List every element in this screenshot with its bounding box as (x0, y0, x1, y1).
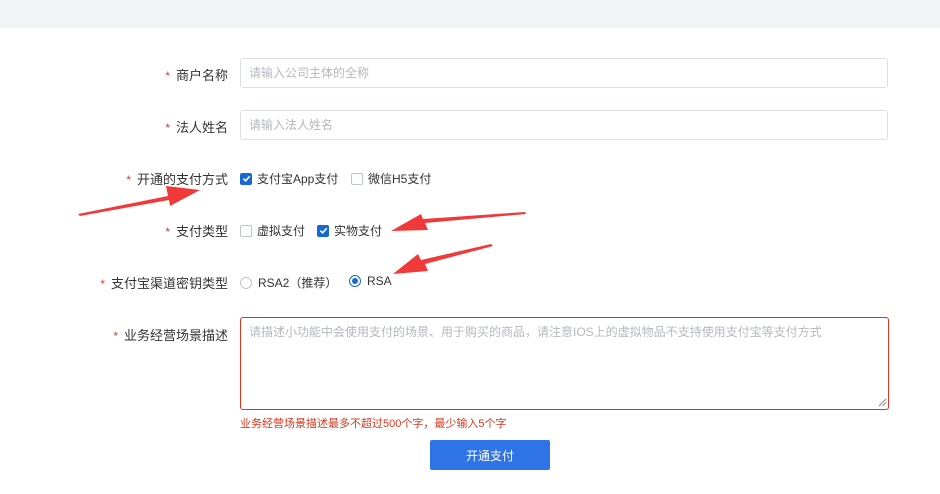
payment-methods-label-text: 开通的支付方式 (136, 172, 228, 187)
payment-type-label-text: 支付类型 (175, 224, 228, 239)
scenario-label: * 业务经营场景描述 (113, 325, 228, 344)
merchant-name-input[interactable] (240, 58, 888, 88)
annotation-arrow-1 (78, 186, 200, 216)
payment-type-label: * 支付类型 (165, 221, 228, 240)
submit-button[interactable]: 开通支付 (430, 440, 550, 470)
checkbox-unchecked-icon[interactable] (351, 172, 363, 185)
alipay-app-checkbox[interactable]: 支付宝App支付 (240, 170, 338, 187)
required-mark: * (126, 173, 131, 187)
required-mark: * (165, 69, 170, 83)
legal-person-label: * 法人姓名 (165, 117, 228, 136)
top-bar (0, 0, 940, 28)
payment-methods-label: * 开通的支付方式 (126, 169, 228, 188)
rsa2-label: RSA2（推荐） (258, 276, 338, 290)
required-mark: * (165, 121, 170, 135)
wechat-h5-label: 微信H5支付 (368, 172, 432, 186)
legal-person-input[interactable] (240, 110, 888, 140)
wechat-h5-checkbox[interactable]: 微信H5支付 (351, 170, 431, 187)
checkbox-checked-icon[interactable] (240, 172, 252, 185)
virtual-payment-label: 虚拟支付 (257, 224, 306, 238)
alipay-app-label: 支付宝App支付 (257, 172, 339, 186)
rsa-radio[interactable]: RSA (349, 274, 392, 288)
scenario-error-message: 业务经营场景描述最多不超过500个字，最少输入5个字 (240, 418, 507, 430)
physical-payment-checkbox[interactable]: 实物支付 (317, 222, 382, 239)
rsa-label: RSA (367, 274, 392, 288)
required-mark: * (165, 225, 170, 239)
annotation-arrow-2 (391, 212, 526, 231)
key-type-label-text: 支付宝渠道密钥类型 (110, 276, 228, 291)
physical-payment-label: 实物支付 (334, 224, 383, 238)
radio-selected-icon[interactable] (349, 275, 361, 287)
merchant-name-label-text: 商户名称 (175, 68, 228, 83)
checkbox-unchecked-icon[interactable] (240, 224, 252, 237)
rsa2-radio[interactable]: RSA2（推荐） (240, 274, 337, 291)
key-type-label: * 支付宝渠道密钥类型 (100, 273, 228, 292)
resize-grip-icon[interactable] (878, 398, 887, 407)
merchant-name-label: * 商户名称 (165, 65, 228, 84)
checkbox-checked-icon[interactable] (317, 224, 329, 237)
legal-person-label-text: 法人姓名 (175, 120, 228, 135)
radio-unselected-icon[interactable] (240, 276, 252, 289)
virtual-payment-checkbox[interactable]: 虚拟支付 (240, 222, 305, 239)
required-mark: * (113, 329, 118, 343)
scenario-label-text: 业务经营场景描述 (123, 328, 228, 343)
required-mark: * (100, 277, 105, 291)
scenario-textarea[interactable] (240, 317, 889, 410)
annotation-arrow-3 (393, 244, 493, 274)
